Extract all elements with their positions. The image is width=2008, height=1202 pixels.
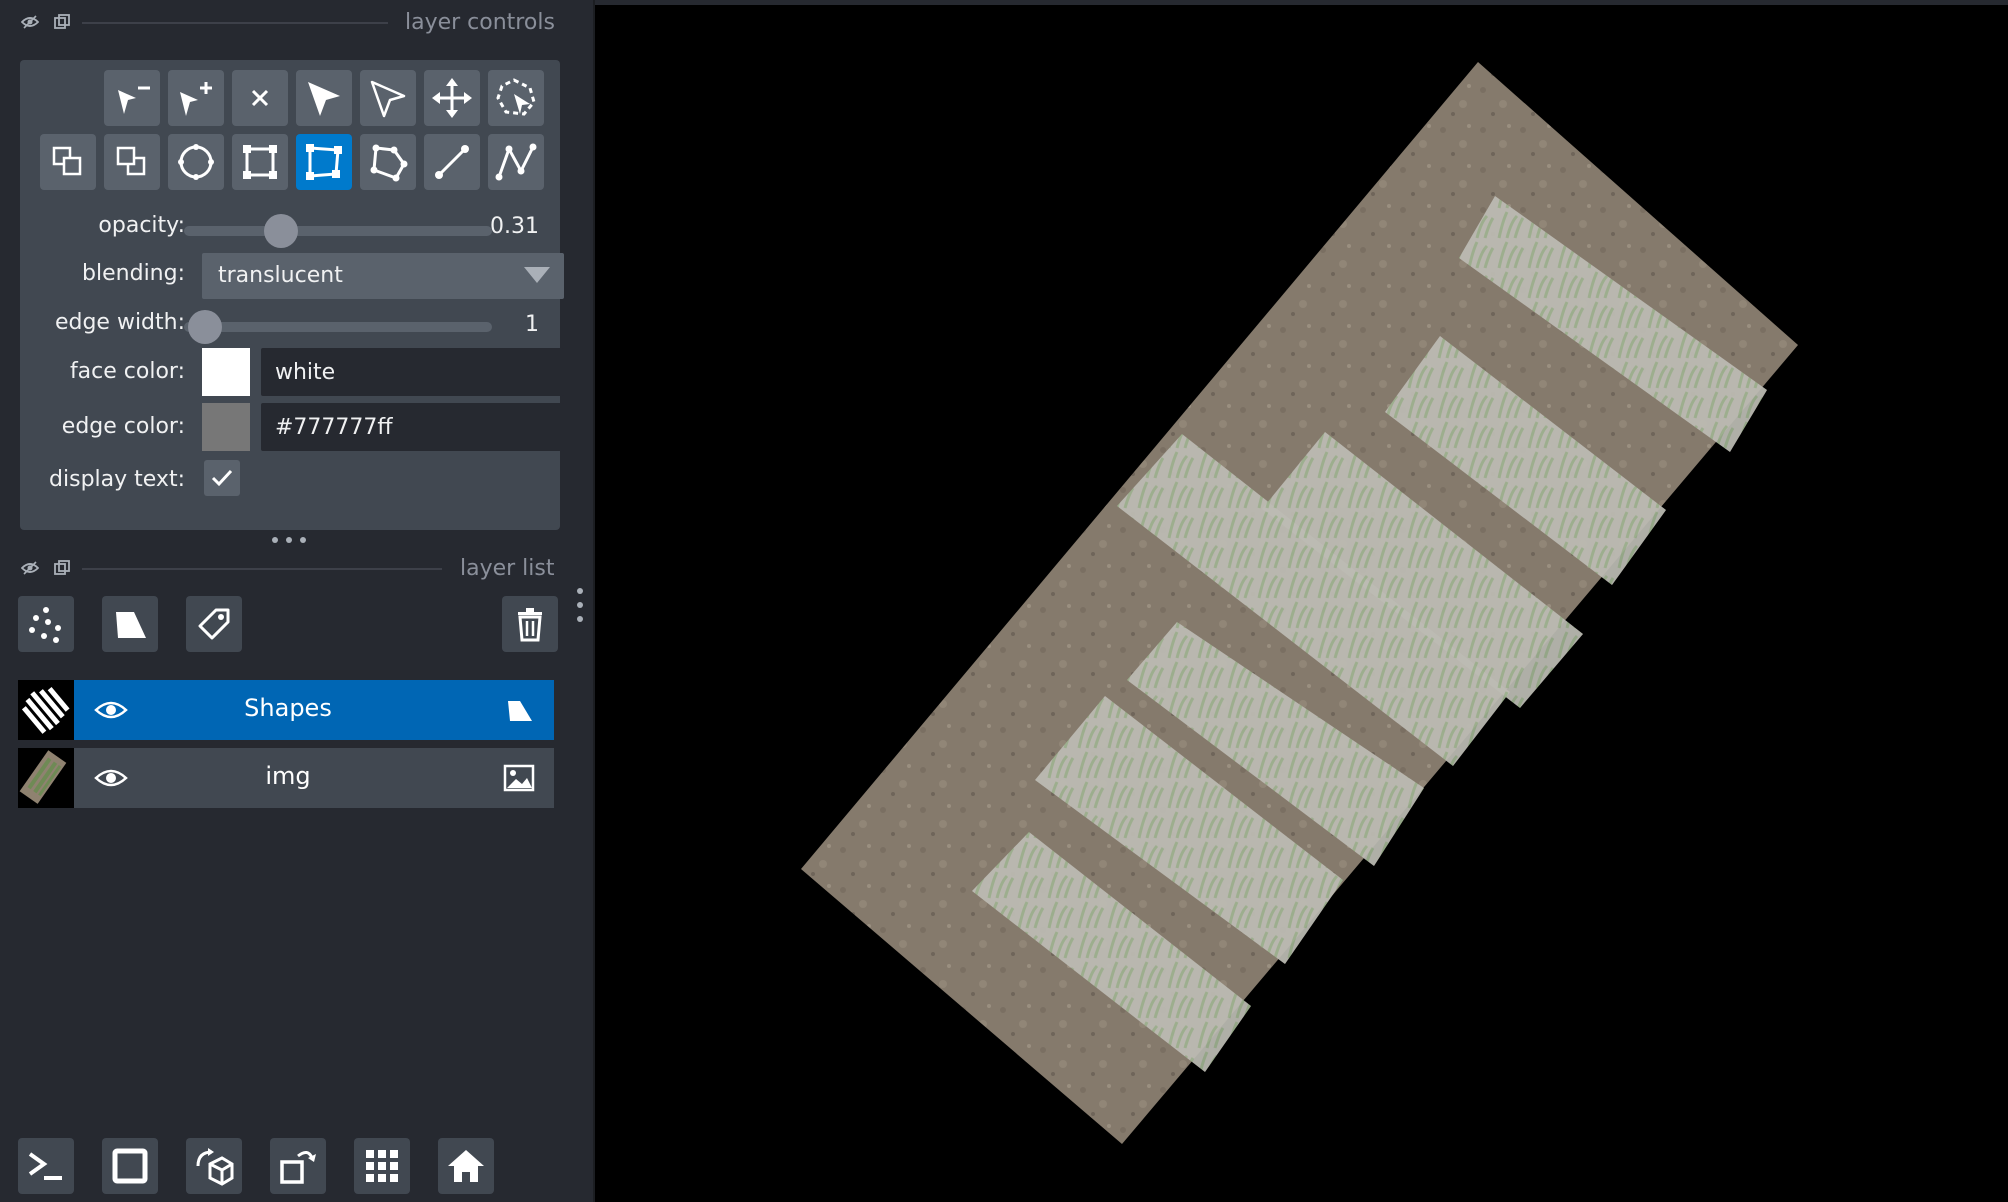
shapes-icon [116,612,146,638]
transpose-icon [280,1151,316,1184]
header-rule [82,22,388,24]
face-color-value: white [275,360,336,385]
console-icon [28,1152,62,1180]
layer-list-header: layer list [0,550,560,586]
blending-value: translucent [218,263,343,288]
layer-name: img [265,762,311,790]
image-layer-icon [503,764,535,792]
blending-dropdown[interactable]: translucent [202,253,564,299]
line-button[interactable] [424,134,480,190]
edge-color-value: #777777ff [275,415,393,440]
move-back-icon [116,146,146,176]
opacity-label: opacity: [98,213,185,238]
ndisplay-toggle-button[interactable] [102,1138,158,1194]
delete-layer-button[interactable] [502,596,558,652]
grid-icon [366,1150,398,1182]
float-panel-icon[interactable] [53,559,71,577]
grid-view-button[interactable] [354,1138,410,1194]
layer-name: Shapes [244,694,332,722]
viewer-canvas[interactable] [595,0,2008,1202]
new-shapes-layer-button[interactable] [102,596,158,652]
opacity-slider[interactable] [184,226,492,236]
display-text-label: display text: [49,467,185,492]
face-color-label: face color: [69,359,185,384]
splitter-handle[interactable] [272,530,306,550]
move-front-icon [52,146,82,176]
pan-zoom-icon [432,78,472,118]
rectangle-icon [243,145,277,179]
edge-width-value: 1 [525,312,539,337]
home-icon [448,1150,484,1182]
vertical-splitter-handle[interactable] [575,588,585,622]
chevron-down-icon [524,267,550,283]
new-points-layer-button[interactable] [18,596,74,652]
face-color-field[interactable]: white [261,348,564,396]
remove-vertex-icon [118,86,150,114]
edge-color-field[interactable]: #777777ff [261,403,564,451]
path-button[interactable] [488,134,544,190]
points-icon [29,607,61,643]
lasso-select-icon [496,78,536,116]
trash-icon [518,608,542,642]
transpose-dims-button[interactable] [270,1138,326,1194]
layer-row-img[interactable]: img [18,748,554,808]
move-back-button[interactable] [104,134,160,190]
visibility-eye-icon[interactable] [94,762,128,794]
opacity-value: 0.31 [490,214,539,239]
layer-thumbnail [18,748,74,808]
delete-shape-button[interactable] [232,70,288,126]
checkmark-icon [211,469,233,487]
edge-width-slider-handle[interactable] [188,310,222,344]
select-shapes-icon [308,82,340,116]
tag-icon [198,608,230,640]
remove-vertex-button[interactable] [104,70,160,126]
edge-width-label: edge width: [54,310,185,335]
display-text-checkbox[interactable] [204,460,240,496]
eye-toggle-icon[interactable] [21,13,39,31]
ellipse-icon [178,144,214,180]
direct-select-button[interactable] [360,70,416,126]
path-icon [495,143,537,181]
line-icon [435,145,469,179]
cube-roll-icon [196,1148,234,1186]
layer-controls-box: opacity: 0.31 blending: translucent edge… [20,60,564,530]
rectangle-vertex-button[interactable] [296,134,352,190]
layer-controls-header: layer controls [0,4,560,40]
add-vertex-button[interactable] [168,70,224,126]
edge-color-swatch[interactable] [202,403,250,451]
canvas-image [801,62,1798,1144]
new-labels-layer-button[interactable] [186,596,242,652]
opacity-slider-handle[interactable] [264,214,298,248]
layer-thumbnail [18,680,74,740]
edge-color-label: edge color: [61,414,185,439]
layer-row-shapes[interactable]: Shapes [18,680,554,740]
blending-label: blending: [82,261,185,286]
edge-width-slider[interactable] [184,322,492,332]
shapes-layer-icon [508,701,532,721]
left-panel: layer controls opacity: 0.31 blending: t… [0,0,593,1202]
pan-zoom-button[interactable] [424,70,480,126]
visibility-eye-icon[interactable] [94,694,128,726]
lasso-select-button[interactable] [488,70,544,126]
add-vertex-icon [180,82,212,116]
roll-dims-button[interactable] [186,1138,242,1194]
select-shapes-button[interactable] [296,70,352,126]
home-button[interactable] [438,1138,494,1194]
rectangle-button[interactable] [232,134,288,190]
layer-controls-title: layer controls [405,10,555,35]
delete-shape-icon [251,89,269,107]
direct-select-icon [370,80,406,118]
polygon-button[interactable] [360,134,416,190]
face-color-swatch[interactable] [202,348,250,396]
rectangle-vertex-icon [306,144,342,180]
move-front-button[interactable] [40,134,96,190]
layer-list-title: layer list [460,556,555,581]
polygon-icon [370,144,408,182]
eye-toggle-icon[interactable] [21,559,39,577]
header-rule [82,568,442,570]
console-button[interactable] [18,1138,74,1194]
square-2d-icon [112,1148,148,1184]
float-panel-icon[interactable] [53,13,71,31]
ellipse-button[interactable] [168,134,224,190]
